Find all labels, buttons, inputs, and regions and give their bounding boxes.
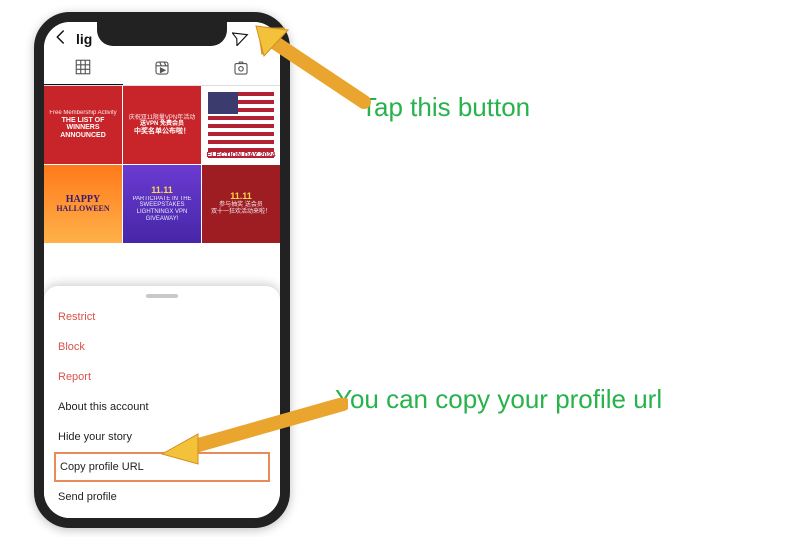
profile-tabs <box>44 50 280 86</box>
tagged-icon <box>232 59 250 77</box>
us-flag-canton <box>208 92 238 114</box>
post-thumbnail[interactable]: HAPPY HALLOWEEN <box>44 165 122 243</box>
post-title: 11.11 <box>230 192 252 202</box>
sheet-item-send-profile[interactable]: Send profile <box>44 482 280 512</box>
post-thumbnail[interactable]: 11.11 参与抽奖 送会员 双十一狂欢活动来啦！ <box>202 165 280 243</box>
app-screen: lig Free Membership Activity <box>44 22 280 518</box>
grid-icon <box>74 58 92 76</box>
post-thumbnail[interactable]: 庆祝双11限量VPN年活动 送VPN 免费会员 中奖名单公布啦！ <box>123 86 201 164</box>
sheet-item-report[interactable]: Report <box>44 362 280 392</box>
annotation-bottom-text: You can copy your profile url <box>335 384 662 415</box>
posts-grid: Free Membership Activity THE LIST OF WIN… <box>44 86 280 243</box>
phone-notch <box>97 22 227 46</box>
sheet-item-block[interactable]: Block <box>44 332 280 362</box>
options-bottom-sheet: Restrict Block Report About this account… <box>44 286 280 518</box>
profile-username: lig <box>76 31 92 47</box>
tab-reels[interactable] <box>123 50 202 85</box>
post-subtitle: 参与抽奖 送会员 双十一狂欢活动来啦！ <box>211 202 271 215</box>
sheet-backdrop: Restrict Block Report About this account… <box>44 243 280 518</box>
post-note: 庆祝双11限量VPN年活动 <box>129 115 196 122</box>
tab-posts-grid[interactable] <box>44 50 123 85</box>
sheet-item-hide-story[interactable]: Hide your story <box>44 422 280 452</box>
more-options-icon[interactable] <box>256 33 272 46</box>
post-subtitle: PARTICIPATE IN THE SWEEPSTAKES LIGHTNING… <box>126 196 198 222</box>
reels-icon <box>153 59 171 77</box>
post-subtitle: ANNOUNCED <box>60 132 106 140</box>
post-title: 中奖名单公布啦！ <box>134 128 190 136</box>
post-subtitle: 送VPN 免费会员 <box>140 121 184 128</box>
tab-tagged[interactable] <box>201 50 280 85</box>
sheet-item-restrict[interactable]: Restrict <box>44 302 280 332</box>
sheet-grabber[interactable] <box>146 294 178 298</box>
post-title: ELECTION DAY 2024 <box>202 152 280 160</box>
annotation-top-text: Tap this button <box>361 92 530 123</box>
copy-url-highlight: Copy profile URL <box>54 452 270 482</box>
post-thumbnail[interactable]: 11.11 PARTICIPATE IN THE SWEEPSTAKES LIG… <box>123 165 201 243</box>
sheet-item-copy-url[interactable]: Copy profile URL <box>56 454 268 480</box>
post-title: THE LIST OF WINNERS <box>47 117 119 132</box>
post-thumbnail[interactable]: ELECTION DAY 2024 <box>202 86 280 164</box>
sheet-item-about[interactable]: About this account <box>44 392 280 422</box>
share-icon[interactable] <box>232 28 250 51</box>
back-icon[interactable] <box>52 28 70 51</box>
post-subtitle: HALLOWEEN <box>56 205 109 214</box>
post-title: 11.11 <box>151 186 173 196</box>
post-note: Free Membership Activity <box>49 110 116 117</box>
phone-frame: lig Free Membership Activity <box>34 12 290 528</box>
post-thumbnail[interactable]: Free Membership Activity THE LIST OF WIN… <box>44 86 122 164</box>
